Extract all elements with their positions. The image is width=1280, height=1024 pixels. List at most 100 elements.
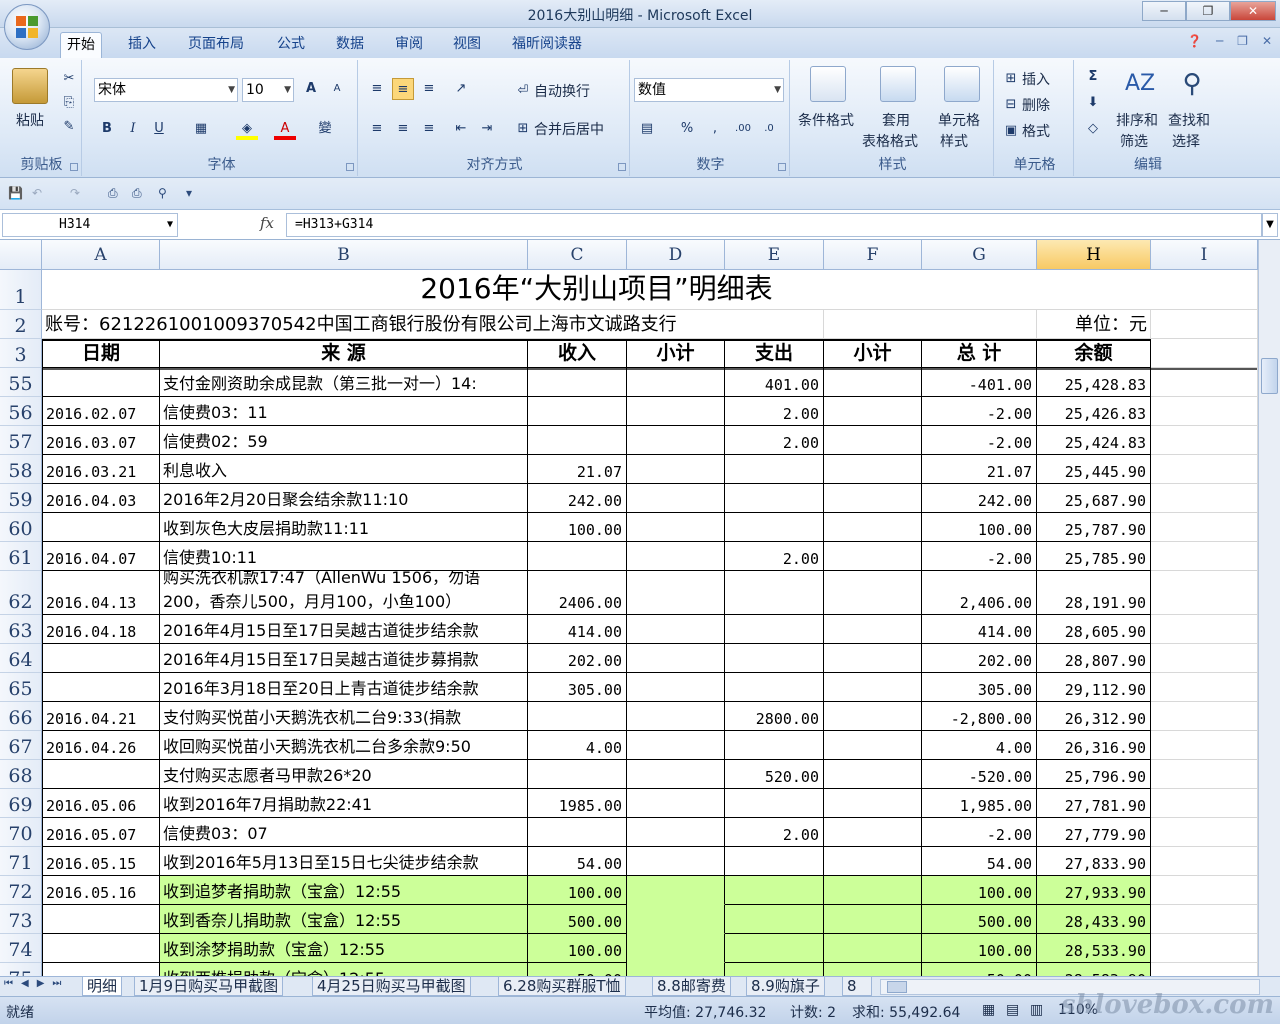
cell-styles-icon[interactable] [944, 66, 980, 102]
cell[interactable] [1151, 702, 1258, 731]
subtotal-cell[interactable] [824, 644, 922, 673]
sheet-tab-detail[interactable]: 明细 [82, 977, 123, 996]
next-sheet-icon[interactable]: ▶ [37, 978, 45, 989]
subtotal-cell[interactable] [627, 455, 725, 484]
subtotal-cell[interactable] [627, 542, 725, 571]
balance-cell[interactable]: 28,191.90 [1037, 571, 1151, 615]
balance-cell[interactable]: 27,933.90 [1037, 876, 1151, 905]
balance-cell[interactable]: 27,781.90 [1037, 789, 1151, 818]
date-cell[interactable]: 2016.05.06 [42, 789, 160, 818]
income-cell[interactable]: 50.00 [528, 963, 627, 976]
sort-filter-label-1[interactable]: 排序和 [1116, 110, 1158, 130]
align-right-icon[interactable]: ≡ [418, 118, 440, 140]
fill-color-icon[interactable]: ◈ [236, 118, 258, 140]
date-cell[interactable]: 2016.02.07 [42, 397, 160, 426]
subtotal-cell[interactable] [824, 615, 922, 644]
income-cell[interactable]: 54.00 [528, 847, 627, 876]
expense-cell[interactable]: 2800.00 [725, 702, 824, 731]
expense-cell[interactable] [725, 731, 824, 760]
subtotal-cell[interactable] [627, 368, 725, 397]
date-cell[interactable]: 2016.04.18 [42, 615, 160, 644]
expense-cell[interactable]: 401.00 [725, 368, 824, 397]
find-select-label-2[interactable]: 选择 [1172, 131, 1200, 151]
accounting-format-icon[interactable]: ▤ [636, 118, 658, 140]
cell[interactable] [1151, 513, 1258, 542]
expense-cell[interactable] [725, 571, 824, 615]
balance-cell[interactable]: 25,424.83 [1037, 426, 1151, 455]
vertical-scroll-thumb[interactable] [1261, 358, 1278, 394]
income-cell[interactable] [528, 397, 627, 426]
page-layout-view-icon[interactable]: ▤ [1006, 1002, 1019, 1018]
expense-cell[interactable] [725, 644, 824, 673]
income-cell[interactable]: 202.00 [528, 644, 627, 673]
date-cell[interactable]: 2016.05.07 [42, 818, 160, 847]
tab-data[interactable]: 数据 [330, 32, 370, 58]
row-header[interactable]: 73 [0, 905, 42, 934]
subtotal-cell[interactable] [627, 571, 725, 615]
subtotal-cell[interactable] [824, 673, 922, 702]
sheet-title-cell[interactable]: 2016年“大别山项目”明细表 [42, 270, 1151, 310]
subtotal-cell[interactable] [627, 673, 725, 702]
sort-filter-label-2[interactable]: 筛选 [1120, 131, 1148, 151]
subtotal-cell[interactable] [627, 702, 725, 731]
subtotal-cell[interactable] [627, 644, 725, 673]
subtotal-cell[interactable] [824, 731, 922, 760]
balance-cell[interactable]: 25,428.83 [1037, 368, 1151, 397]
date-cell[interactable] [42, 934, 160, 963]
table-header-cell[interactable]: 小计 [627, 339, 725, 368]
cell[interactable] [1151, 760, 1258, 789]
paste-button[interactable]: 粘贴 [16, 110, 44, 130]
table-header-cell[interactable]: 小计 [824, 339, 922, 368]
decrease-indent-icon[interactable]: ⇤ [450, 118, 472, 140]
cell[interactable] [1151, 789, 1258, 818]
sheet-tab-jun28[interactable]: 6.28购买群服T恤 [498, 977, 626, 996]
merge-center-button[interactable]: ⊞ 合并后居中 [512, 118, 604, 140]
income-cell[interactable]: 1985.00 [528, 789, 627, 818]
date-cell[interactable] [42, 513, 160, 542]
total-cell[interactable]: -401.00 [922, 368, 1037, 397]
phonetic-icon[interactable]: 變 [314, 118, 336, 140]
balance-cell[interactable]: 29,112.90 [1037, 673, 1151, 702]
vertical-scrollbar[interactable] [1258, 240, 1280, 976]
date-cell[interactable]: 2016.04.26 [42, 731, 160, 760]
income-cell[interactable] [528, 760, 627, 789]
total-cell[interactable]: -2.00 [922, 397, 1037, 426]
format-as-table-icon[interactable] [880, 66, 916, 102]
minimize-button[interactable]: ─ [1142, 1, 1186, 21]
row-header[interactable]: 72 [0, 876, 42, 905]
source-cell[interactable]: 支付购买悦苗小天鹅洗衣机二台9:33(捐款 [160, 702, 528, 731]
cell[interactable] [1151, 615, 1258, 644]
borders-icon[interactable]: ▦ [190, 118, 212, 140]
expense-cell[interactable]: 520.00 [725, 760, 824, 789]
subtotal-cell[interactable] [824, 397, 922, 426]
source-cell[interactable]: 收到灰色大皮层捐助款11:11 [160, 513, 528, 542]
income-cell[interactable]: 242.00 [528, 484, 627, 513]
sort-filter-icon[interactable]: AZ [1122, 66, 1158, 102]
number-launcher-icon[interactable] [778, 163, 786, 171]
cell[interactable] [824, 310, 1037, 339]
row-header[interactable]: 62 [0, 571, 42, 615]
source-cell[interactable]: 收到2016年7月捐助款22:41 [160, 789, 528, 818]
date-cell[interactable]: 2016.04.21 [42, 702, 160, 731]
cell[interactable] [1151, 571, 1258, 615]
balance-cell[interactable]: 25,445.90 [1037, 455, 1151, 484]
clipboard-launcher-icon[interactable] [70, 163, 78, 171]
total-cell[interactable]: -2.00 [922, 542, 1037, 571]
date-cell[interactable]: 2016.03.07 [42, 426, 160, 455]
shrink-font-icon[interactable]: A [326, 78, 348, 100]
autosum-button[interactable]: Σ [1082, 66, 1104, 88]
cell[interactable] [1151, 963, 1258, 976]
balance-cell[interactable]: 26,316.90 [1037, 731, 1151, 760]
grow-font-icon[interactable]: A [300, 78, 322, 100]
subtotal-cell[interactable] [824, 455, 922, 484]
subtotal-cell[interactable] [824, 702, 922, 731]
fill-icon[interactable]: ⬇ [1082, 92, 1104, 114]
column-header-d[interactable]: D [627, 240, 725, 270]
total-cell[interactable]: 4.00 [922, 731, 1037, 760]
save-icon[interactable]: 💾 [8, 186, 23, 200]
source-cell[interactable]: 信使费03：11 [160, 397, 528, 426]
subtotal-cell[interactable] [627, 934, 725, 963]
tab-insert[interactable]: 插入 [122, 32, 162, 58]
cell[interactable] [1151, 673, 1258, 702]
underline-button[interactable]: U [148, 118, 170, 140]
